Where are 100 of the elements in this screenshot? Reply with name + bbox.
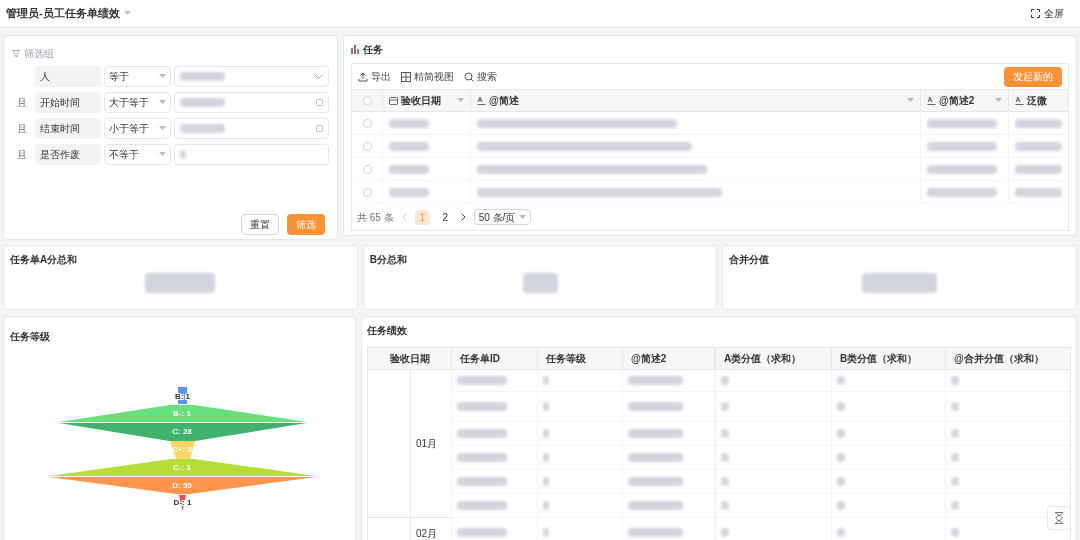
column-header[interactable]: 任务单ID [451,348,537,369]
filter-group-label: 筛选组 [24,47,54,61]
calendar-icon [316,99,323,106]
redacted-text [951,453,959,462]
stat-title: 任务单A分总和 [10,253,79,267]
and-connector: 且 [17,148,27,162]
caret-icon [907,98,914,103]
page-title: 管理员-员工任务单绩效 [6,6,120,22]
and-connector: 且 [17,96,27,110]
redacted-text [628,501,683,510]
redacted-text [1015,118,1062,128]
redacted-text [180,124,225,133]
page-size-select[interactable]: 50 条/页 [473,209,532,225]
redacted-text [837,429,845,438]
redacted-text [543,528,549,537]
caret-icon [123,11,131,16]
redacted-text [951,402,959,411]
redacted-text [837,402,845,411]
redacted-text [927,118,997,128]
redacted-text [628,376,683,385]
grid-icon [401,71,411,82]
column-header[interactable]: 验收日期 [368,348,451,369]
redacted-text [389,118,429,128]
redacted-text [951,429,959,438]
column-header[interactable]: @合并分值（求和） [945,348,1064,369]
caret-icon [159,126,166,131]
upload-icon [358,71,368,82]
redacted-text [389,187,429,197]
operator-select[interactable]: 等于 [104,66,171,87]
row-checkbox[interactable] [362,141,372,151]
caret-icon [457,98,464,103]
select-all-checkbox[interactable] [362,96,372,105]
column-header[interactable]: @简述2 [927,93,975,108]
next-page-icon[interactable] [460,213,466,221]
operator-select[interactable]: 大于等于 [104,92,171,113]
fullscreen-button[interactable]: 全屏 [1031,6,1064,21]
section-title: 任务等级 [10,331,50,342]
column-header[interactable]: @简述 [477,93,519,108]
toolbar-button[interactable]: 精简视图 [401,69,454,84]
redacted-text [628,453,683,462]
row-checkbox[interactable] [362,164,372,174]
column-header[interactable]: B类分值（求和） [831,348,945,369]
redacted-text [628,429,683,438]
text-type-icon [477,96,486,105]
redacted-text [837,528,845,537]
redacted-text [837,477,845,486]
redacted-text [721,528,729,537]
previous-page-icon[interactable] [401,213,407,221]
value-field[interactable] [174,92,329,113]
redacted-text [721,501,729,510]
row-checkbox[interactable] [362,187,372,197]
funnel-segment: C+: 3 [170,441,195,459]
redacted-text [145,273,216,293]
redacted-text [180,150,186,159]
and-connector: 且 [17,122,27,136]
field-label: 结束时间 [35,118,101,139]
column-header[interactable]: 泛微 [1015,93,1047,108]
redacted-text [457,402,507,411]
redacted-text [628,477,683,486]
redacted-text [457,477,507,486]
toolbar-button[interactable]: 搜索 [464,69,497,84]
redacted-text [1015,187,1062,197]
expand-icon [1031,9,1040,18]
hourglass-button[interactable] [1047,506,1071,530]
field-label: 开始时间 [35,92,101,113]
redacted-text [457,453,507,462]
redacted-text [457,501,507,510]
value-field[interactable] [174,144,329,165]
redacted-text [628,402,683,411]
redacted-text [457,429,507,438]
redacted-text [721,429,729,438]
row-checkbox[interactable] [362,118,372,128]
column-header[interactable]: 验收日期 [389,93,441,108]
page-button[interactable]: 2 [437,209,453,225]
value-field[interactable] [174,66,329,87]
month-group: 02月 [416,525,438,540]
redacted-text [543,376,549,385]
caret-icon [159,74,166,79]
column-header[interactable]: 任务等级 [537,348,622,369]
field-label: 是否作废 [35,144,101,165]
redacted-text [951,501,959,510]
redacted-text [837,453,845,462]
funnel-segment: B-: 1 [59,405,307,422]
filter-icon [12,49,20,58]
redacted-text [721,453,729,462]
calendar-icon [316,125,323,132]
operator-select[interactable]: 小于等于 [104,118,171,139]
column-header[interactable]: A类分值（求和） [714,348,831,369]
redacted-text [927,164,997,174]
section-title: 任务绩效 [367,324,408,338]
operator-select[interactable]: 不等于 [104,144,171,165]
column-header[interactable]: @简述2 [622,348,714,369]
redacted-text [927,141,997,151]
toolbar-button[interactable]: 导出 [358,69,391,84]
field-label: 人 [35,66,101,87]
reset-button[interactable]: 重置 [241,214,279,235]
value-field[interactable] [174,118,329,139]
stat-title: B分总和 [369,253,408,267]
redacted-text [180,72,225,81]
caret-icon [159,152,166,157]
